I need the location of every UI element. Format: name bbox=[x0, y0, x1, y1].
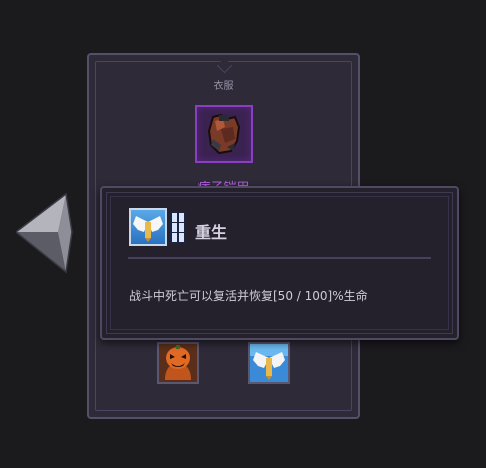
tooltip-divider bbox=[128, 257, 431, 259]
game-screen: 衣服 痞子铠甲 bbox=[0, 0, 486, 468]
pumpkin-rune-slot[interactable] bbox=[157, 342, 199, 384]
skill-title: 重生 bbox=[195, 223, 228, 242]
skill-tooltip: 重生 战斗中死亡可以复活并恢复[50 / 100]%生命 bbox=[100, 186, 459, 340]
angel-wing-rune-slot[interactable] bbox=[248, 342, 290, 384]
left-arrow-icon[interactable] bbox=[14, 192, 74, 274]
slot-label: 衣服 bbox=[213, 81, 234, 92]
leather-armor-icon bbox=[207, 113, 241, 155]
angel-wing-icon bbox=[129, 208, 167, 246]
angel-wing-rune-icon bbox=[250, 344, 288, 382]
pumpkin-rune-icon bbox=[159, 344, 197, 382]
skill-description: 战斗中死亡可以复活并恢复[50 / 100]%生命 bbox=[129, 289, 368, 303]
armor-slot[interactable] bbox=[195, 105, 253, 163]
tier-bars-icon bbox=[170, 211, 186, 244]
